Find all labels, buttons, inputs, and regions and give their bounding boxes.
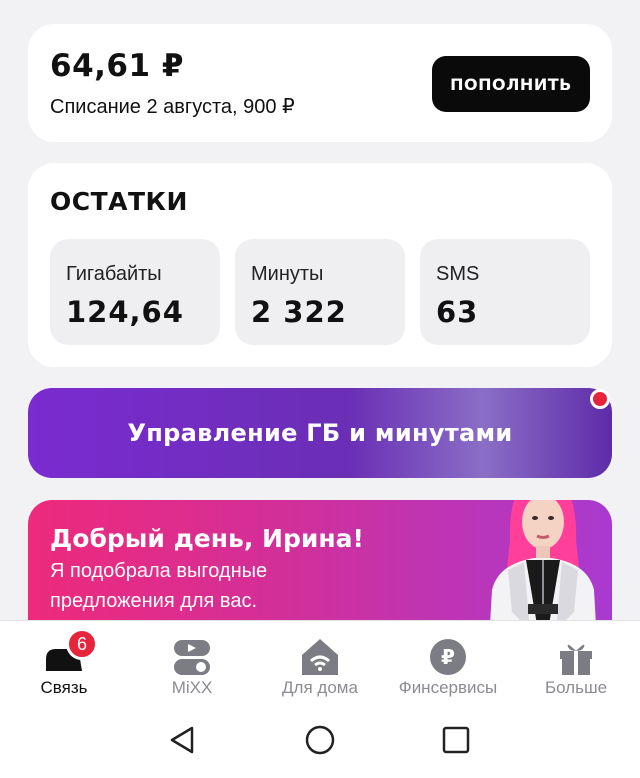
tile-value: 2 322 xyxy=(251,295,347,329)
tile-gigabytes[interactable]: Гигабайты 124,64 xyxy=(50,239,220,345)
charge-info: Списание 2 августа, 900 ₽ xyxy=(50,96,295,118)
svg-text:₽: ₽ xyxy=(441,645,455,669)
nav-label: Для дома xyxy=(282,678,358,697)
recents-icon[interactable] xyxy=(440,724,472,756)
tile-minutes[interactable]: Минуты 2 322 xyxy=(235,239,405,345)
gift-icon xyxy=(560,644,592,675)
tile-label: Минуты xyxy=(251,263,324,285)
tile-value: 124,64 xyxy=(66,295,184,329)
tile-label: Гигабайты xyxy=(66,263,162,285)
greeting-text: Я подобрала выгодные предложения для вас… xyxy=(50,560,268,612)
ruble-icon: ₽ xyxy=(430,639,466,675)
balance-card: 64,61 ₽ Списание 2 августа, 900 ₽ ПОПОЛН… xyxy=(28,24,612,142)
nav-item-more[interactable]: Больше xyxy=(512,621,640,701)
nav-label: Связь xyxy=(40,678,88,697)
remains-card: ОСТАТКИ Гигабайты 124,64 Минуты 2 322 SM… xyxy=(28,163,612,367)
nav-label: Больше xyxy=(544,678,608,697)
notification-dot xyxy=(590,389,610,409)
nav-label: Финсервисы xyxy=(398,678,498,697)
nav-item-finservices[interactable]: ₽ Финсервисы xyxy=(384,621,512,701)
remains-title: ОСТАТКИ xyxy=(50,187,188,216)
bottom-navigation: 6 Связь MiXX Для дома ₽ Финсервисы Больш… xyxy=(0,620,640,700)
nav-label: MiXX xyxy=(171,678,213,697)
tile-value: 63 xyxy=(436,295,479,329)
topup-button[interactable]: ПОПОЛНИТЬ xyxy=(432,56,590,112)
notification-badge: 6 xyxy=(66,628,98,660)
home-icon[interactable] xyxy=(304,724,336,756)
nav-item-mixx[interactable]: MiXX xyxy=(128,621,256,701)
mixx-icon xyxy=(174,640,210,675)
nav-item-home[interactable]: Для дома xyxy=(256,621,384,701)
balance-amount: 64,61 ₽ xyxy=(50,48,184,84)
back-icon[interactable] xyxy=(166,724,198,756)
home-wifi-icon xyxy=(302,639,338,675)
manage-gb-minutes-button[interactable]: Управление ГБ и минутами xyxy=(28,388,612,478)
system-navigation-bar xyxy=(0,700,640,778)
tile-label: SMS xyxy=(436,263,480,285)
greeting-title: Добрый день, Ирина! xyxy=(50,524,364,553)
nav-item-connection[interactable]: 6 Связь xyxy=(0,621,128,701)
tile-sms[interactable]: SMS 63 xyxy=(420,239,590,345)
